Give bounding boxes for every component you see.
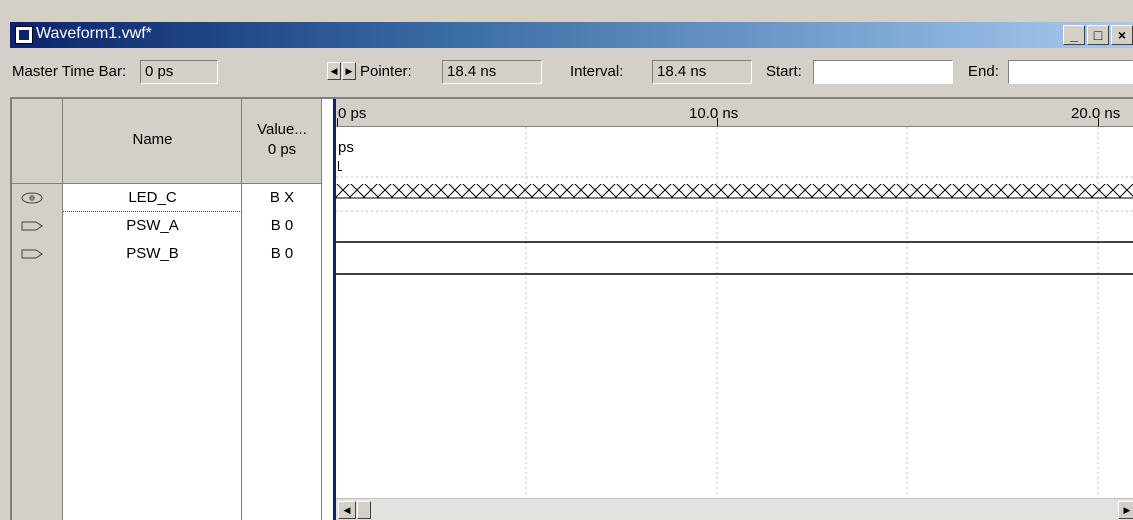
window-title: Waveform1.vwf* (36, 25, 152, 42)
pointer-label: Pointer: (360, 63, 412, 80)
grid-lines (336, 127, 1133, 497)
end-label: End: (968, 63, 999, 80)
name-header-label: Name (132, 131, 173, 148)
time-toolbar: Master Time Bar: 0 ps ◀ ▶ Pointer: 18.4 … (10, 58, 1133, 86)
gutter-header (12, 99, 63, 184)
waveform-canvas (336, 127, 1133, 497)
value-header-label: Value... (257, 121, 307, 138)
master-time-bar-field[interactable]: 0 ps (140, 60, 218, 84)
horizontal-scrollbar[interactable]: ◀ ▶ (336, 498, 1133, 520)
signal-name-cell[interactable]: PSW_A (63, 212, 242, 240)
scroll-left-icon[interactable]: ◀ (338, 501, 356, 519)
window-titlebar[interactable]: Waveform1.vwf* _ □ × (10, 22, 1133, 48)
value-column-header[interactable]: Value... 0 ps (242, 99, 322, 184)
signal-value-cell: B 0 (270, 245, 294, 262)
end-field[interactable] (1008, 60, 1133, 84)
scroll-right-icon[interactable]: ▶ (1118, 501, 1133, 519)
master-time-bar-label: Master Time Bar: (12, 63, 127, 80)
signal-type-cell (12, 240, 63, 268)
signal-value-cell: B 0 (270, 217, 294, 234)
signal-type-cell (12, 184, 63, 212)
name-column-header[interactable]: Name (63, 99, 242, 184)
value-header-time: 0 ps (267, 141, 297, 158)
arrow-left-icon[interactable]: ◀ (327, 62, 341, 80)
signal-value-cell: B X (269, 189, 295, 206)
pointer-field[interactable]: 18.4 ns (442, 60, 542, 84)
start-label: Start: (766, 63, 802, 80)
close-button[interactable]: × (1111, 25, 1133, 45)
signal-name-cell[interactable]: LED_C (63, 184, 242, 212)
waveform-app-icon (15, 26, 33, 44)
minimize-button[interactable]: _ (1063, 25, 1085, 45)
input-pin-icon (21, 249, 43, 259)
scroll-thumb[interactable] (357, 501, 371, 519)
signal-type-cell (12, 212, 63, 240)
interval-field[interactable]: 18.4 ns (652, 60, 752, 84)
maximize-button[interactable]: □ (1087, 25, 1109, 45)
arrow-right-icon[interactable]: ▶ (342, 62, 356, 80)
start-field[interactable] (813, 60, 953, 84)
waveform-unknown-led-c (336, 184, 1133, 198)
interval-label: Interval: (570, 63, 624, 80)
input-pin-icon (21, 221, 43, 231)
waveform-editor: Name Value... 0 ps LED_C B X PSW_A B 0 P… (10, 97, 1133, 520)
waveform-pane[interactable]: 0 ps 10.0 ns 20.0 ns ps ◀ ▶ (333, 99, 1133, 520)
output-pin-icon (21, 192, 43, 204)
signal-name-cell[interactable]: PSW_B (63, 240, 242, 268)
